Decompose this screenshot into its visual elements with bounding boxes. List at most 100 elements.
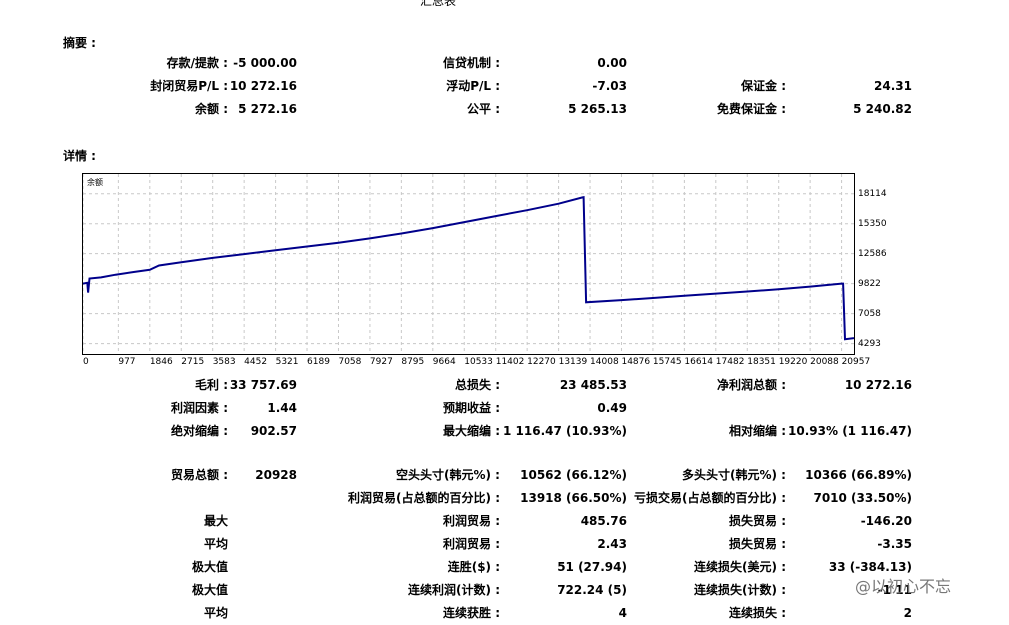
- stat-label: 公平 :: [467, 102, 500, 116]
- stat-label: 利润因素 :: [171, 401, 228, 415]
- stat-value: 20928: [255, 468, 297, 482]
- stat-label: 损失贸易 :: [729, 537, 786, 551]
- stat-value: 33 (-384.13): [828, 560, 912, 574]
- stat-value: 5 272.16: [238, 102, 297, 116]
- stat-label: 保证金 :: [741, 79, 786, 93]
- stat-label: 贸易总额 :: [171, 468, 228, 482]
- watermark: @以初心不忘: [855, 577, 952, 596]
- x-tick-label: 6189: [307, 357, 330, 367]
- stat-value: 722.24 (5): [557, 583, 627, 597]
- x-tick-label: 15745: [652, 357, 682, 367]
- stat-label: 平均: [203, 537, 228, 551]
- stat-value: 33 757.69: [229, 378, 297, 392]
- stat-label: 浮动P/L :: [446, 79, 500, 93]
- stat-label: 连续损失 :: [729, 606, 786, 620]
- stat-value: 5 240.82: [853, 102, 912, 116]
- stat-label: 信贷机制 :: [443, 56, 500, 70]
- details-heading: 详情 :: [63, 149, 96, 163]
- y-tick-label: 7058: [858, 308, 881, 319]
- x-tick-label: 10533: [464, 357, 493, 367]
- stat-value: 24.31: [874, 79, 912, 93]
- x-tick-label: 12270: [527, 357, 556, 367]
- y-tick-label: 9822: [858, 278, 881, 289]
- x-tick-label: 11402: [495, 357, 525, 367]
- stat-label: 损失贸易 :: [729, 514, 786, 528]
- stat-label: 平均: [203, 606, 228, 620]
- stat-label: 毛利 :: [195, 378, 228, 392]
- stat-label: 极大值: [191, 560, 228, 574]
- stat-value: 10 272.16: [844, 378, 912, 392]
- stat-label: 利润贸易 :: [443, 537, 500, 551]
- x-tick-label: 20088: [810, 357, 839, 367]
- x-tick-label: 19220: [778, 357, 808, 367]
- stat-label: 利润贸易(占总额的百分比) :: [348, 491, 500, 505]
- x-tick-label: 13139: [558, 357, 588, 367]
- stat-value: 485.76: [580, 514, 627, 528]
- x-tick-label: 1846: [149, 357, 173, 367]
- report-title: 汇总表: [420, 0, 457, 8]
- stat-label: 连续损失(美元) :: [694, 560, 786, 574]
- y-tick-label: 4293: [858, 338, 881, 349]
- stat-value: -5 000.00: [233, 56, 297, 70]
- stat-label: 预期收益 :: [443, 401, 500, 415]
- x-tick-label: 18351: [747, 357, 776, 367]
- stat-value: 5 265.13: [568, 102, 627, 116]
- x-tick-label: 7058: [338, 357, 362, 367]
- x-tick-label: 9664: [432, 357, 456, 367]
- stat-label: 绝对缩编 :: [171, 424, 228, 438]
- stat-label: 连续损失(计数) :: [694, 583, 786, 597]
- y-tick-label: 18114: [858, 188, 887, 199]
- balance-line: [83, 196, 854, 341]
- stat-label: 免费保证金 :: [717, 102, 786, 116]
- chart-legend: 余额: [87, 177, 103, 187]
- stat-value: 2.43: [597, 537, 627, 551]
- stat-label: 总损失 :: [455, 378, 500, 392]
- stat-value: 10366 (66.89%): [805, 468, 912, 482]
- stat-value: 51 (27.94): [557, 560, 627, 574]
- stat-value: 10 272.16: [229, 79, 297, 93]
- y-tick-label: 12586: [858, 248, 887, 259]
- stat-label: 存款/提款 :: [166, 56, 228, 70]
- stat-label: 空头头寸(韩元%) :: [396, 468, 500, 482]
- summary-heading: 摘要 :: [63, 36, 96, 50]
- stat-label: 连续获胜 :: [443, 606, 500, 620]
- x-tick-label: 20957: [841, 357, 871, 367]
- stat-label: 净利润总额 :: [717, 378, 786, 392]
- x-tick-label: 17482: [715, 357, 745, 367]
- stat-value: 0.00: [597, 56, 627, 70]
- stat-value: 13918 (66.50%): [520, 491, 627, 505]
- y-tick-label: 15350: [858, 218, 887, 229]
- x-tick-label: 0: [83, 357, 89, 367]
- x-tick-label: 16614: [684, 357, 714, 367]
- stat-value: 10.93% (1 116.47): [788, 424, 912, 438]
- x-tick-label: 8795: [401, 357, 425, 367]
- x-tick-label: 5321: [275, 357, 299, 367]
- stat-label: 亏损交易(占总额的百分比) :: [634, 491, 786, 505]
- stat-value: 1.44: [267, 401, 297, 415]
- stat-value: 902.57: [250, 424, 297, 438]
- stat-value: -146.20: [860, 514, 912, 528]
- stat-value: 1 116.47 (10.93%): [503, 424, 627, 438]
- x-tick-label: 14876: [621, 357, 651, 367]
- x-tick-label: 3583: [212, 357, 236, 367]
- stat-value: 7010 (33.50%): [813, 491, 912, 505]
- stat-label: 极大值: [191, 583, 228, 597]
- stat-label: 连续利润(计数) :: [408, 583, 500, 597]
- stat-label: 余额 :: [195, 102, 228, 116]
- stat-value: -3.35: [877, 537, 912, 551]
- chart-canvas: 余额: [83, 174, 854, 354]
- x-tick-label: 977: [118, 357, 136, 367]
- stat-label: 连胜($) :: [447, 560, 500, 574]
- stat-value: 10562 (66.12%): [520, 468, 627, 482]
- stat-value: 23 485.53: [559, 378, 627, 392]
- x-tick-label: 14008: [590, 357, 619, 367]
- stat-value: 4: [618, 606, 627, 620]
- stat-value: 2: [903, 606, 912, 620]
- stat-label: 多头头寸(韩元%) :: [682, 468, 786, 482]
- x-tick-label: 7927: [369, 357, 393, 367]
- stat-label: 封闭贸易P/L :: [150, 79, 228, 93]
- balance-chart: 余额: [82, 173, 855, 355]
- stat-label: 最大: [203, 514, 228, 528]
- stat-label: 最大缩编 :: [443, 424, 500, 438]
- stat-value: 0.49: [597, 401, 627, 415]
